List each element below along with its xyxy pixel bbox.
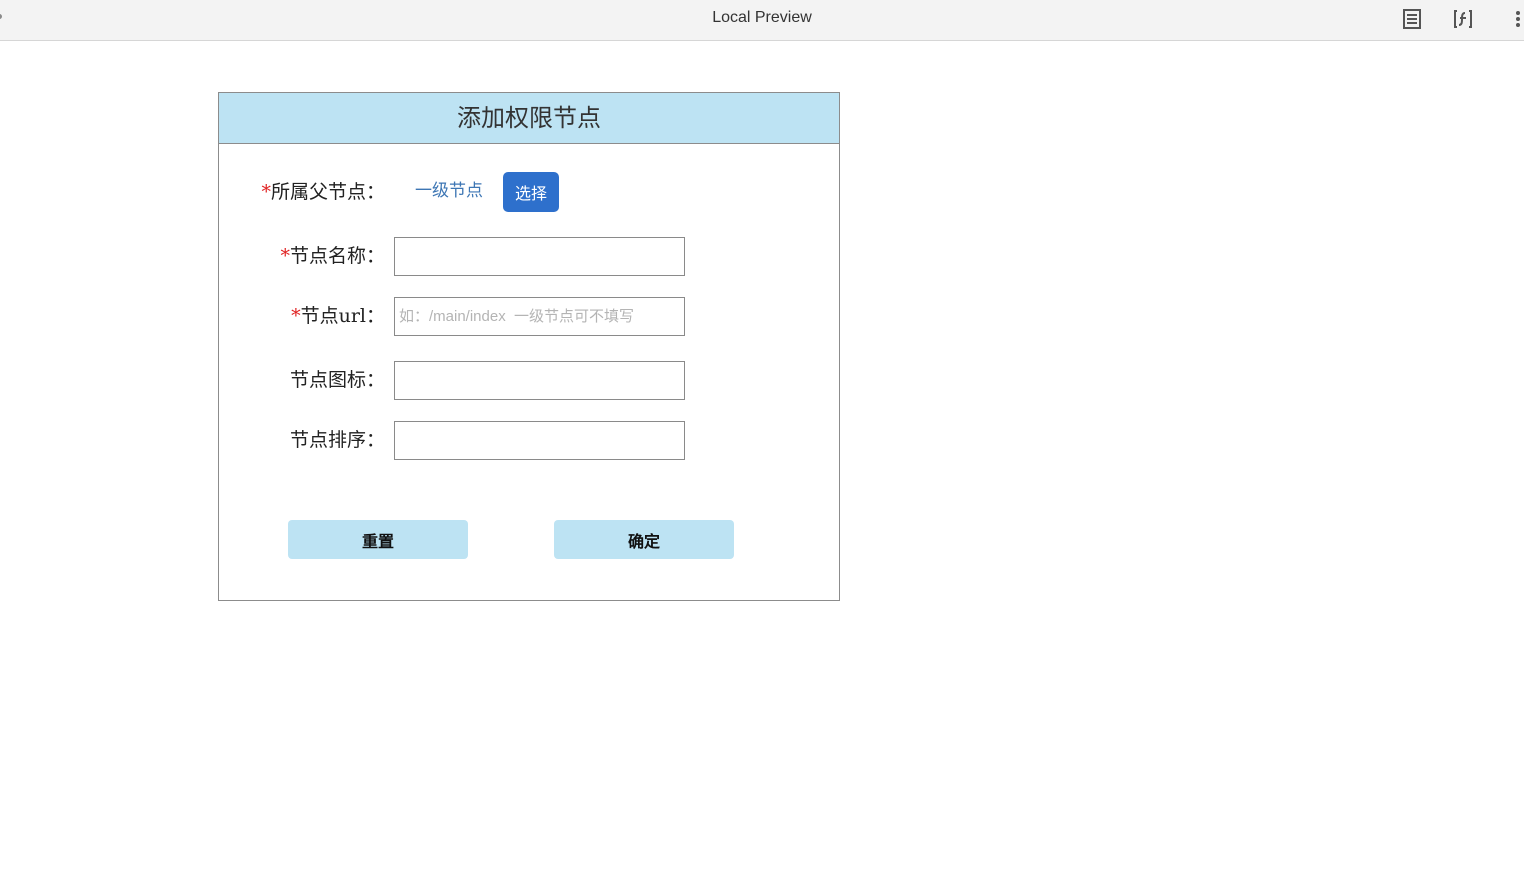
node-url-input[interactable] bbox=[394, 297, 685, 336]
parent-node-value: 一级节点 bbox=[415, 181, 483, 200]
node-sort-row: 节点排序： bbox=[219, 420, 839, 460]
node-sort-input[interactable] bbox=[394, 421, 685, 460]
node-icon-label: 节点图标： bbox=[289, 369, 385, 391]
node-name-label: *节点名称： bbox=[280, 245, 385, 267]
parent-node-label: *所属父节点： bbox=[261, 181, 385, 203]
node-name-input[interactable] bbox=[394, 237, 685, 276]
parent-node-row: *所属父节点： 一级节点 选择 bbox=[219, 172, 839, 212]
confirm-button[interactable]: 确定 bbox=[554, 520, 734, 559]
node-sort-label: 节点排序： bbox=[289, 429, 385, 451]
node-url-row: *节点url： bbox=[219, 296, 839, 336]
reader-mode-icon[interactable] bbox=[1401, 8, 1423, 30]
window-title-bar: Local Preview bbox=[0, 0, 1524, 41]
node-icon-input[interactable] bbox=[394, 361, 685, 400]
form-header: 添加权限节点 bbox=[219, 93, 839, 144]
function-icon[interactable] bbox=[1452, 8, 1474, 30]
required-mark: * bbox=[261, 181, 271, 203]
node-url-label: *节点url： bbox=[291, 305, 385, 327]
required-mark: * bbox=[291, 305, 301, 327]
node-icon-row: 节点图标： bbox=[219, 360, 839, 400]
required-mark: * bbox=[280, 245, 290, 267]
select-parent-button[interactable]: 选择 bbox=[503, 172, 559, 212]
add-permission-node-form: 添加权限节点 *所属父节点： 一级节点 选择 *节点名称： *节点url： 节点… bbox=[218, 92, 840, 601]
more-vertical-icon[interactable] bbox=[1507, 8, 1524, 30]
node-name-row: *节点名称： bbox=[219, 236, 839, 276]
window-title: Local Preview bbox=[712, 9, 812, 26]
reset-button[interactable]: 重置 bbox=[288, 520, 468, 559]
